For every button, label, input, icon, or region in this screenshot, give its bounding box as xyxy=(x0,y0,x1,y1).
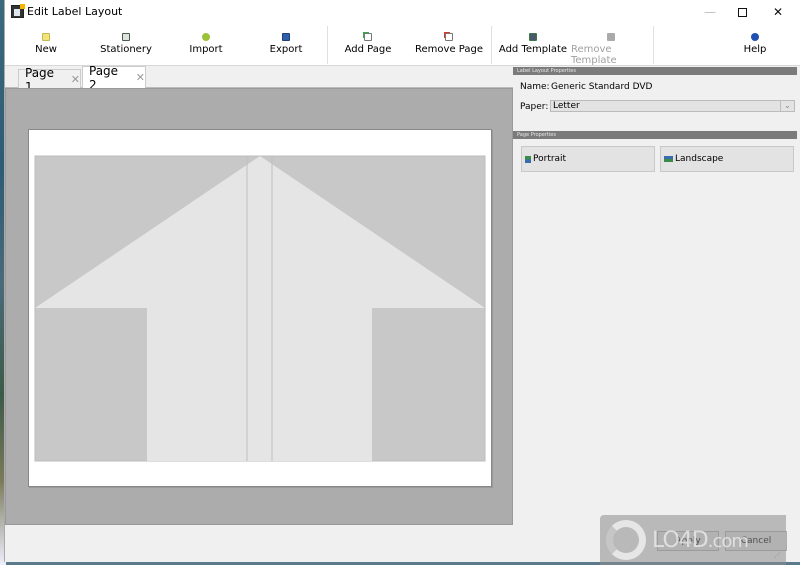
paper-select[interactable]: Letter ⌄ xyxy=(550,100,795,112)
portrait-icon xyxy=(525,155,531,163)
title-bar: Edit Label Layout — ✕ xyxy=(5,0,800,24)
window-title: Edit Label Layout xyxy=(27,5,123,18)
close-tab-icon[interactable]: ✕ xyxy=(71,73,80,86)
add-template-label: Add Template xyxy=(498,44,568,55)
remove-page-button[interactable]: Remove Page xyxy=(407,24,491,66)
import-label: Import xyxy=(189,44,223,55)
stationery-button[interactable]: Stationery xyxy=(87,24,165,66)
new-label: New xyxy=(35,44,57,55)
name-value: Generic Standard DVD xyxy=(551,82,653,92)
properties-panel: Label Layout Properties Name: Generic St… xyxy=(513,66,797,536)
tab-page-1[interactable]: Page 1 ✕ xyxy=(18,66,81,94)
new-button[interactable]: New xyxy=(5,24,87,66)
add-template-icon xyxy=(529,33,537,41)
chevron-down-icon[interactable]: ⌄ xyxy=(780,101,794,111)
page-tabs: Page 1 ✕ Page 2 ✕ xyxy=(5,64,513,94)
landscape-icon xyxy=(664,156,673,162)
page-canvas[interactable] xyxy=(5,88,513,525)
remove-page-icon xyxy=(445,33,453,41)
stationery-icon xyxy=(122,33,130,41)
toolbar-separator xyxy=(653,26,654,64)
toolbar-separator xyxy=(327,26,328,64)
close-button[interactable]: ✕ xyxy=(760,0,796,24)
save-icon xyxy=(282,33,290,41)
import-button[interactable]: Import xyxy=(165,24,247,66)
watermark-logo-icon xyxy=(606,520,646,560)
remove-template-button[interactable]: Remove Template xyxy=(571,24,651,66)
export-button[interactable]: Export xyxy=(247,24,325,66)
import-icon xyxy=(202,33,210,41)
portrait-label: Portrait xyxy=(533,154,567,164)
label-layout-properties-header: Label Layout Properties xyxy=(513,67,797,75)
landscape-label: Landscape xyxy=(675,154,724,164)
paper-label: Paper: xyxy=(520,102,549,112)
resize-grip-icon[interactable]: ⋰ xyxy=(774,552,780,559)
maximize-icon xyxy=(737,7,747,17)
page-properties-header: Page Properties xyxy=(513,131,797,139)
help-label: Help xyxy=(743,44,767,55)
maximize-button[interactable] xyxy=(724,0,760,24)
remove-page-label: Remove Page xyxy=(415,44,483,55)
watermark-text: LO4D.com xyxy=(652,527,749,553)
add-page-button[interactable]: Add Page xyxy=(329,24,407,66)
remove-template-icon xyxy=(607,33,615,41)
edit-label-layout-window: Edit Label Layout — ✕ New Stationery Imp… xyxy=(4,0,800,562)
watermark-overlay: LO4D.com ⋰ xyxy=(600,515,786,565)
tab-page-2[interactable]: Page 2 ✕ xyxy=(82,64,146,92)
toolbar-separator xyxy=(491,26,492,64)
paper-sheet[interactable] xyxy=(28,129,492,487)
add-template-button[interactable]: Add Template xyxy=(495,24,571,66)
landscape-button[interactable]: Landscape xyxy=(660,146,794,172)
export-label: Export xyxy=(269,44,303,55)
new-icon xyxy=(42,33,50,41)
remove-template-label: Remove Template xyxy=(571,44,617,66)
minimize-button[interactable]: — xyxy=(692,0,728,24)
paper-selected-value: Letter xyxy=(553,101,580,111)
name-label: Name: xyxy=(520,82,550,92)
app-icon xyxy=(11,4,25,18)
portrait-button[interactable]: Portrait xyxy=(521,146,655,172)
label-template-drawing xyxy=(34,155,486,462)
help-button[interactable]: Help xyxy=(725,24,785,66)
stationery-label: Stationery xyxy=(100,44,152,55)
add-page-icon xyxy=(364,33,372,41)
add-page-label: Add Page xyxy=(344,44,392,55)
help-icon xyxy=(751,33,759,41)
toolbar: New Stationery Import Export Add Page Re… xyxy=(5,24,800,66)
close-tab-icon[interactable]: ✕ xyxy=(136,71,145,84)
